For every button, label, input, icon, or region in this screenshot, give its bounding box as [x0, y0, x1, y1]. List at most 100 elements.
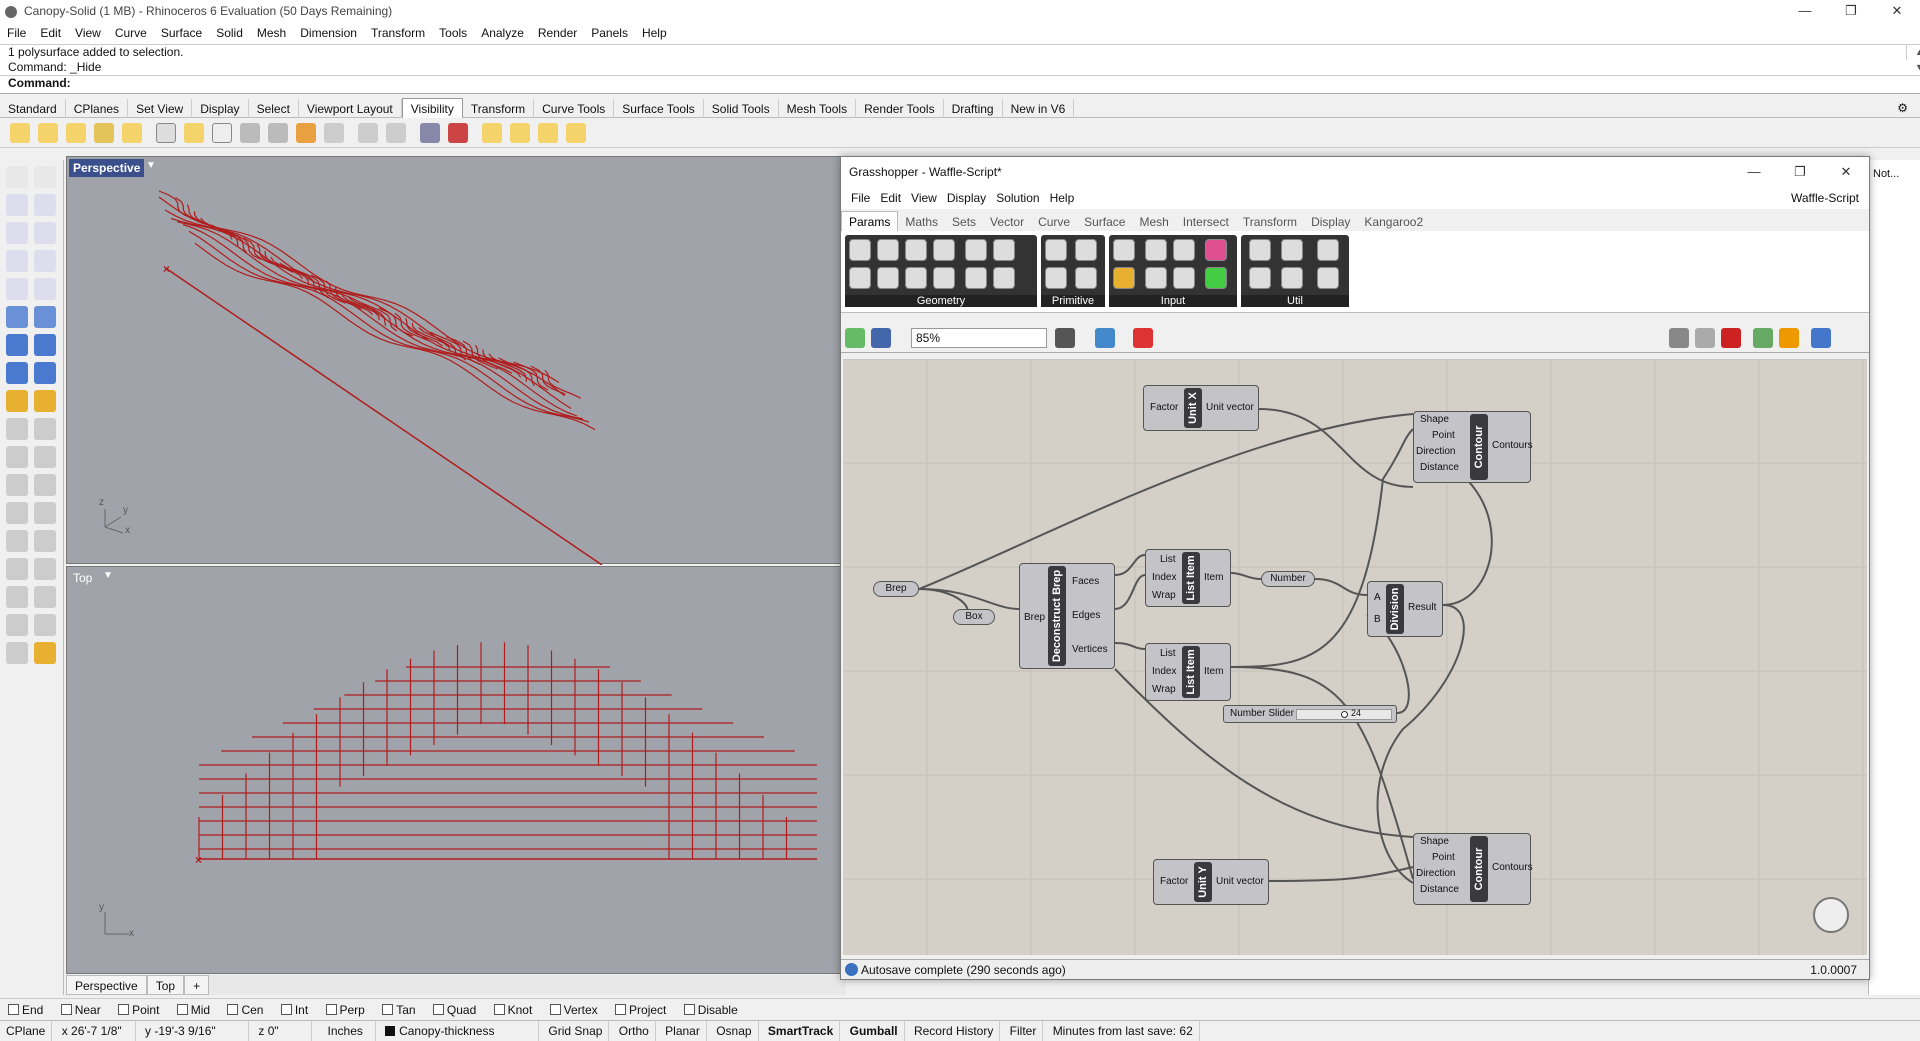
material-icon[interactable]: [1779, 328, 1799, 348]
port-b[interactable]: B: [1374, 614, 1381, 625]
checkbox-icon[interactable]: [118, 1004, 130, 1015]
gh-param-icon[interactable]: [1249, 267, 1271, 289]
gh-param-icon[interactable]: [1145, 239, 1167, 261]
port-index[interactable]: Index: [1152, 572, 1176, 583]
unit-y-component[interactable]: Factor Unit Y Unit vector: [1153, 859, 1269, 905]
gh-param-icon[interactable]: [1113, 239, 1135, 261]
dimension-icon[interactable]: [6, 418, 28, 440]
rotate-icon[interactable]: [6, 558, 28, 580]
checkbox-icon[interactable]: [615, 1004, 627, 1015]
osnap-near[interactable]: Near: [60, 1003, 101, 1017]
gh-param-icon[interactable]: [933, 267, 955, 289]
polygon-icon[interactable]: [6, 250, 28, 272]
text-icon[interactable]: [6, 446, 28, 468]
gh-param-icon[interactable]: [877, 239, 899, 261]
box-param[interactable]: Box: [953, 609, 995, 625]
checkbox-icon[interactable]: [60, 1004, 72, 1015]
status-ortho[interactable]: Ortho: [613, 1021, 656, 1041]
save-file-icon[interactable]: [871, 328, 891, 348]
list-item-component[interactable]: List Index Wrap List Item Item: [1145, 549, 1231, 607]
status-planar[interactable]: Planar: [659, 1021, 707, 1041]
tab-curve-tools[interactable]: Curve Tools: [534, 99, 615, 119]
menu-file[interactable]: File: [0, 26, 33, 40]
extrude-icon[interactable]: [6, 362, 28, 384]
tab-drafting[interactable]: Drafting: [944, 99, 1003, 119]
osnap-tan[interactable]: Tan: [382, 1003, 416, 1017]
menu-analyze[interactable]: Analyze: [474, 26, 531, 40]
checkbox-icon[interactable]: [8, 1004, 19, 1015]
osnap-mid[interactable]: Mid: [176, 1003, 210, 1017]
gh-tab-intersect[interactable]: Intersect: [1176, 212, 1236, 232]
move-icon[interactable]: [6, 530, 28, 552]
deconstruct-brep-component[interactable]: Brep Deconstruct Brep Faces Edges Vertic…: [1019, 563, 1115, 669]
gh-param-icon[interactable]: [905, 239, 927, 261]
tab-display[interactable]: Display: [192, 99, 249, 119]
gh-group-label[interactable]: Primitive: [1041, 295, 1105, 307]
checkbox-icon[interactable]: [549, 1004, 561, 1015]
gh-param-icon[interactable]: [1173, 267, 1195, 289]
hide-bulb-icon[interactable]: [38, 123, 58, 143]
menu-render[interactable]: Render: [531, 26, 584, 40]
gh-tab-mesh[interactable]: Mesh: [1132, 212, 1175, 232]
minimize-button[interactable]: —: [1782, 0, 1828, 22]
sphere-icon[interactable]: [34, 334, 56, 356]
gh-param-icon[interactable]: [849, 239, 871, 261]
tab-standard[interactable]: Standard: [0, 99, 66, 119]
gh-param-icon[interactable]: [905, 267, 927, 289]
tab-cplanes[interactable]: CPlanes: [66, 99, 129, 119]
gh-param-icon[interactable]: [1249, 239, 1271, 261]
grid-points-icon[interactable]: [386, 123, 406, 143]
port-item[interactable]: Item: [1204, 666, 1223, 677]
checkbox-icon[interactable]: [432, 1004, 444, 1015]
layer-lock-icon[interactable]: [566, 123, 586, 143]
tab-transform[interactable]: Transform: [463, 99, 535, 119]
render-icon[interactable]: [6, 390, 28, 412]
layer-icon[interactable]: [6, 642, 28, 664]
gh-tab-surface[interactable]: Surface: [1077, 212, 1132, 232]
port-a[interactable]: A: [1374, 592, 1381, 603]
port-contours[interactable]: Contours: [1492, 440, 1533, 451]
port-faces[interactable]: Faces: [1072, 576, 1099, 587]
check-icon[interactable]: [34, 614, 56, 636]
gh-menu-edit[interactable]: Edit: [880, 191, 901, 205]
gh-param-icon[interactable]: [1045, 239, 1067, 261]
mesh-icon[interactable]: [34, 362, 56, 384]
division-component[interactable]: A B Division Result: [1367, 581, 1443, 637]
layer-on-icon[interactable]: [538, 123, 558, 143]
layer-bulb-icon[interactable]: [482, 123, 502, 143]
preview-shaded-icon[interactable]: [1695, 328, 1715, 348]
unit-x-component[interactable]: Factor Unit X Unit vector: [1143, 385, 1259, 431]
port-shape[interactable]: Shape: [1420, 414, 1449, 425]
osnap-project[interactable]: Project: [615, 1003, 666, 1017]
checkbox-icon[interactable]: [493, 1004, 505, 1015]
gh-group-label[interactable]: Input: [1109, 295, 1237, 307]
gh-menu-view[interactable]: View: [911, 191, 937, 205]
preview-wireframe-icon[interactable]: [1669, 328, 1689, 348]
osnap-perp[interactable]: Perp: [325, 1003, 365, 1017]
layer-off-icon[interactable]: [510, 123, 530, 143]
gh-param-icon[interactable]: [849, 267, 871, 289]
gh-tab-curve[interactable]: Curve: [1031, 212, 1077, 232]
tab-set-view[interactable]: Set View: [128, 99, 193, 119]
gh-document-name[interactable]: Waffle-Script: [1791, 187, 1859, 209]
hatch-icon[interactable]: [34, 418, 56, 440]
gh-tab-params[interactable]: Params: [841, 211, 899, 232]
hide-swap-icon[interactable]: [94, 123, 114, 143]
viewport-tab-perspective[interactable]: Perspective: [66, 975, 147, 995]
port-edges[interactable]: Edges: [1072, 610, 1100, 621]
polyline-icon[interactable]: [6, 194, 28, 216]
gh-param-icon[interactable]: [965, 267, 987, 289]
menu-mesh[interactable]: Mesh: [250, 26, 293, 40]
gh-group-label[interactable]: Geometry: [845, 295, 1037, 307]
box-icon[interactable]: [6, 334, 28, 356]
checkbox-icon[interactable]: [280, 1004, 292, 1015]
port-point[interactable]: Point: [1432, 430, 1455, 441]
port-distance[interactable]: Distance: [1420, 884, 1459, 895]
preview-selected-icon[interactable]: [1721, 328, 1741, 348]
menu-transform[interactable]: Transform: [364, 26, 432, 40]
zoom-extents-icon[interactable]: [1055, 328, 1075, 348]
command-scrollbar[interactable]: ▲ ▼: [1906, 45, 1920, 72]
document-preview-icon[interactable]: [1753, 328, 1773, 348]
circle-icon[interactable]: [6, 222, 28, 244]
tab-viewport-layout[interactable]: Viewport Layout: [299, 99, 402, 119]
